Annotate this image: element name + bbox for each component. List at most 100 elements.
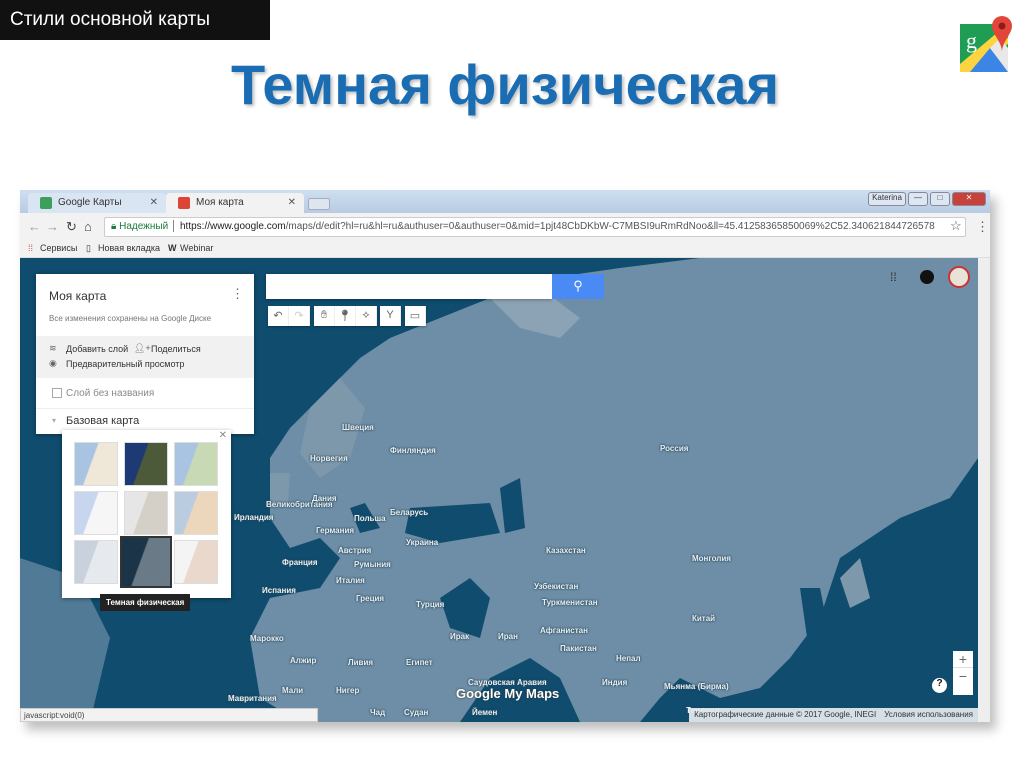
zoom-out-button[interactable]: − (953, 667, 973, 684)
basemap-terrain[interactable] (174, 442, 218, 486)
tab-google-maps[interactable]: Google Карты ✕ (28, 193, 166, 213)
map-country-label: Польша (354, 514, 386, 523)
map-country-label: Ливия (348, 658, 374, 667)
basemap-mono[interactable] (74, 540, 118, 584)
terms-link[interactable]: Условия использования (884, 710, 973, 719)
map-country-label: Мьянма (Бирма) (664, 682, 729, 691)
map-country-label: Швеция (342, 423, 374, 432)
preview-button[interactable]: Предварительный просмотр (66, 359, 184, 369)
search-button[interactable]: ⚲ (552, 274, 604, 299)
basemap-dark-physical[interactable] (120, 536, 172, 588)
map-country-label: Иран (498, 632, 518, 641)
lock-icon: 🔒︎ (111, 221, 117, 232)
more-options-icon[interactable]: ⋮ (231, 286, 244, 302)
back-icon[interactable]: ← (28, 219, 41, 234)
map-country-label: Йемен (472, 708, 498, 717)
directions-icon[interactable]: Y (380, 306, 401, 326)
map-country-label: Дания (312, 494, 337, 503)
redo-icon[interactable]: ↷ (289, 306, 310, 326)
layer-name[interactable]: Слой без названия (66, 388, 154, 399)
marker-icon[interactable]: 📍︎ (335, 306, 356, 326)
draw-tools-group: ✋︎ 📍︎ ⟡ (314, 306, 377, 326)
bookmark-star-icon[interactable]: ☆ (950, 218, 962, 234)
map-country-label: Алжир (290, 656, 317, 665)
apps-grid-icon[interactable]: ⁞⁞ (890, 270, 897, 284)
basemap-map[interactable] (74, 442, 118, 486)
bookmark-new-tab[interactable]: Новая вкладка (98, 243, 160, 253)
address-bar: ← → ↻ ⌂ 🔒︎ Надежный │ https://www.google… (20, 213, 990, 240)
close-tab-icon[interactable]: ✕ (288, 197, 296, 208)
layers-icon: ≋ (49, 343, 57, 353)
attribution-bar: Картографические данные © 2017 Google, I… (689, 708, 978, 722)
tab-label: Моя карта (196, 197, 244, 208)
url-input[interactable]: 🔒︎ Надежный │ https://www.google.com/map… (104, 217, 966, 237)
map-country-label: Австрия (338, 546, 372, 555)
map-country-label: Финляндия (390, 446, 436, 455)
map-country-label: Франция (282, 558, 318, 567)
help-icon[interactable]: ? (932, 678, 947, 693)
basemap-satellite[interactable] (124, 442, 168, 486)
basemap-atlas[interactable] (174, 491, 218, 535)
bookmark-webinar[interactable]: Webinar (180, 243, 213, 253)
bookmark-services[interactable]: Сервисы (40, 243, 77, 253)
scrollbar[interactable] (978, 258, 990, 722)
undo-icon[interactable]: ↶ (268, 306, 289, 326)
tab-my-map[interactable]: Моя карта ✕ (166, 193, 304, 213)
page-icon: ▯ (86, 243, 91, 253)
url-path: /maps/d/edit?hl=ru&hl=ru&authuser=0&auth… (285, 221, 935, 232)
menu-icon[interactable]: ⋮ (976, 219, 989, 235)
map-country-label: Ирак (450, 632, 470, 641)
expand-icon[interactable]: ▾ (52, 416, 56, 425)
minimize-button[interactable]: — (908, 192, 928, 206)
my-maps-favicon-icon (178, 197, 190, 209)
home-icon[interactable]: ⌂ (84, 219, 92, 234)
hand-icon[interactable]: ✋︎ (314, 306, 335, 326)
reload-icon[interactable]: ↻ (66, 219, 77, 235)
slide-title: Темная физическая (230, 53, 780, 116)
basemap-simple[interactable] (174, 540, 218, 584)
map-country-label: Мавритания (228, 694, 277, 703)
notifications-icon[interactable] (920, 270, 934, 284)
basemap-light[interactable] (124, 491, 168, 535)
layer-checkbox[interactable] (52, 388, 62, 398)
basemap-tooltip: Темная физическая (100, 594, 191, 611)
share-button[interactable]: Поделиться (151, 344, 201, 354)
forward-icon[interactable]: → (46, 219, 59, 234)
map-country-label: Турция (416, 600, 445, 609)
map-country-label: Италия (336, 576, 365, 585)
maximize-button[interactable]: □ (930, 192, 950, 206)
map-country-label: Узбекистан (534, 582, 579, 591)
map-country-label: Пакистан (560, 644, 597, 653)
basemap-political[interactable] (74, 491, 118, 535)
close-window-button[interactable]: ✕ (952, 192, 986, 206)
map-country-label: Беларусь (390, 508, 429, 517)
close-tab-icon[interactable]: ✕ (150, 197, 158, 208)
add-layer-button[interactable]: Добавить слой (66, 344, 128, 354)
google-my-maps-logo: Google My Maps (456, 686, 560, 701)
undo-redo-group: ↶ ↷ (268, 306, 310, 326)
draw-line-icon[interactable]: ⟡ (356, 306, 377, 326)
url-host: https://www.google.com (179, 221, 286, 232)
base-map-picker: ✕ (62, 430, 231, 598)
search-icon: ⚲ (573, 278, 583, 293)
map-country-label: Марокко (250, 634, 284, 643)
zoom-in-button[interactable]: + (953, 651, 973, 667)
ruler-icon[interactable]: ▭ (405, 306, 426, 326)
map-country-label: Испания (262, 586, 296, 595)
map-country-label: Казахстан (546, 546, 586, 555)
map-country-label: Румыния (354, 560, 391, 569)
measure-group: ▭ (405, 306, 426, 326)
map-country-label: Афганистан (540, 626, 588, 635)
apps-icon: ⁞⁞ (28, 243, 34, 253)
tab-label: Google Карты (58, 197, 122, 208)
search-input[interactable] (266, 274, 552, 299)
map-canvas[interactable]: Швеция Норвегия Финляндия Россия Великобрита… (20, 258, 978, 722)
status-bar: javascript:void(0) (20, 708, 318, 722)
profile-button[interactable]: Katerina (868, 192, 906, 206)
new-tab-button[interactable] (308, 198, 330, 210)
map-title[interactable]: Моя карта (49, 289, 106, 303)
avatar[interactable] (948, 266, 970, 288)
close-icon[interactable]: ✕ (219, 430, 227, 441)
directions-group: Y (380, 306, 401, 326)
base-map-toggle[interactable]: Базовая карта (66, 415, 139, 427)
